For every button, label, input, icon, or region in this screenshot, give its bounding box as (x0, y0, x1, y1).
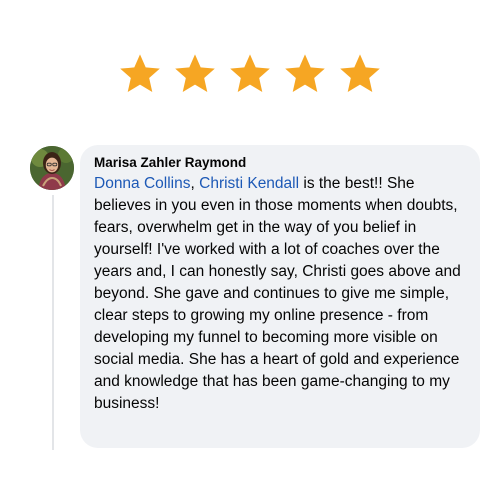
star-rating (118, 52, 382, 96)
star-icon (118, 52, 162, 96)
mention-separator: , (190, 175, 200, 192)
review-card: Marisa Zahler Raymond Donna Collins, Chr… (0, 0, 500, 500)
mention-link[interactable]: Christi Kendall (199, 175, 299, 192)
avatar[interactable] (30, 146, 74, 190)
star-icon (338, 52, 382, 96)
comment-thread-line (52, 195, 54, 450)
comment-text: is the best!! She believes in you even i… (94, 175, 461, 412)
star-icon (283, 52, 327, 96)
comment-author-name[interactable]: Marisa Zahler Raymond (94, 154, 468, 171)
mention-link[interactable]: Donna Collins (94, 175, 191, 192)
star-icon (228, 52, 272, 96)
star-icon (173, 52, 217, 96)
comment-body: Donna Collins, Christi Kendall is the be… (94, 173, 468, 415)
comment-bubble: Marisa Zahler Raymond Donna Collins, Chr… (80, 145, 480, 448)
